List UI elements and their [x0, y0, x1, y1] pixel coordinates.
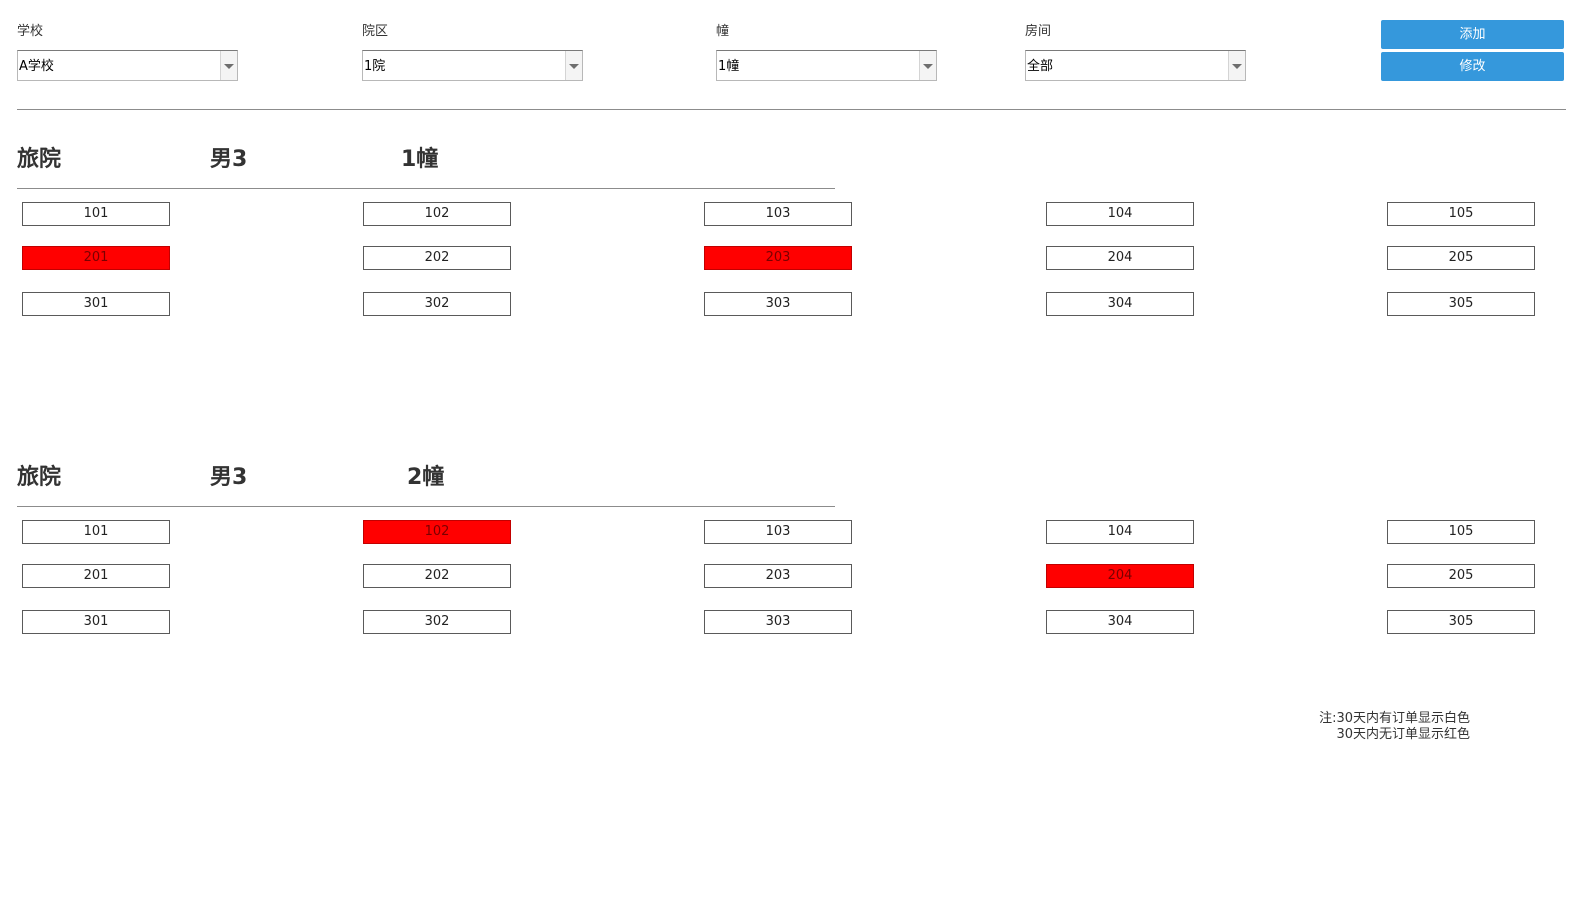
building-select-toggle[interactable] [919, 51, 936, 80]
room-cell[interactable]: 201 [22, 564, 170, 588]
edit-button[interactable]: 修改 [1381, 52, 1564, 81]
campus-select-toggle[interactable] [565, 51, 582, 80]
room-cell[interactable]: 104 [1046, 520, 1194, 544]
section-building-heading: 2幢 [407, 465, 445, 490]
room-cell[interactable]: 202 [363, 246, 511, 270]
section-type-heading: 旅院 [17, 147, 62, 172]
building-select[interactable]: 1幢 [716, 50, 937, 81]
school-filter-label: 学校 [17, 24, 44, 39]
campus-select[interactable]: 1院 [362, 50, 583, 81]
room-cell[interactable]: 102 [363, 520, 511, 544]
room-cell[interactable]: 103 [704, 520, 852, 544]
section-divider [17, 506, 835, 507]
room-cell[interactable]: 205 [1387, 564, 1535, 588]
room-cell[interactable]: 101 [22, 202, 170, 226]
room-cell[interactable]: 301 [22, 292, 170, 316]
room-cell[interactable]: 203 [704, 246, 852, 270]
campus-filter-label: 院区 [362, 24, 389, 39]
filter-divider [17, 109, 1566, 110]
room-cell[interactable]: 303 [704, 610, 852, 634]
room-cell[interactable]: 305 [1387, 292, 1535, 316]
legend-note: 注:30天内有订单显示白色 30天内无订单显示红色 [1240, 711, 1470, 743]
room-filter-label: 房间 [1025, 24, 1052, 39]
room-cell[interactable]: 301 [22, 610, 170, 634]
chevron-down-icon [224, 64, 234, 69]
room-cell[interactable]: 201 [22, 246, 170, 270]
room-cell[interactable]: 103 [704, 202, 852, 226]
room-cell[interactable]: 305 [1387, 610, 1535, 634]
chevron-down-icon [569, 64, 579, 69]
campus-select-value: 1院 [364, 59, 386, 74]
room-cell[interactable]: 303 [704, 292, 852, 316]
room-cell[interactable]: 101 [22, 520, 170, 544]
building-select-value: 1幢 [718, 59, 740, 74]
school-select-value: A学校 [19, 59, 54, 74]
chevron-down-icon [1232, 64, 1242, 69]
section-gender-heading: 男3 [210, 465, 248, 490]
room-cell[interactable]: 302 [363, 292, 511, 316]
room-select-value: 全部 [1027, 59, 1054, 74]
room-cell[interactable]: 204 [1046, 564, 1194, 588]
section-gender-heading: 男3 [210, 147, 248, 172]
room-cell[interactable]: 304 [1046, 292, 1194, 316]
legend-note-line: 30天内无订单显示红色 [1336, 727, 1470, 742]
section-type-heading: 旅院 [17, 465, 62, 490]
room-cell[interactable]: 105 [1387, 520, 1535, 544]
school-select[interactable]: A学校 [17, 50, 238, 81]
building-section: 旅院 男3 2幢 101 102 103 104 105 201 202 203… [0, 464, 1576, 664]
room-select-toggle[interactable] [1228, 51, 1245, 80]
room-cell[interactable]: 104 [1046, 202, 1194, 226]
building-section: 旅院 男3 1幢 101 102 103 104 105 201 202 203… [0, 146, 1576, 346]
room-cell[interactable]: 105 [1387, 202, 1535, 226]
room-cell[interactable]: 202 [363, 564, 511, 588]
room-select[interactable]: 全部 [1025, 50, 1246, 81]
legend-note-line: 注:30天内有订单显示白色 [1319, 711, 1470, 726]
room-cell[interactable]: 203 [704, 564, 852, 588]
room-cell[interactable]: 205 [1387, 246, 1535, 270]
school-select-toggle[interactable] [220, 51, 237, 80]
room-cell[interactable]: 302 [363, 610, 511, 634]
chevron-down-icon [923, 64, 933, 69]
section-divider [17, 188, 835, 189]
room-cell[interactable]: 204 [1046, 246, 1194, 270]
section-building-heading: 1幢 [401, 147, 439, 172]
room-cell[interactable]: 102 [363, 202, 511, 226]
building-filter-label: 幢 [716, 24, 730, 39]
room-cell[interactable]: 304 [1046, 610, 1194, 634]
add-button[interactable]: 添加 [1381, 20, 1564, 49]
